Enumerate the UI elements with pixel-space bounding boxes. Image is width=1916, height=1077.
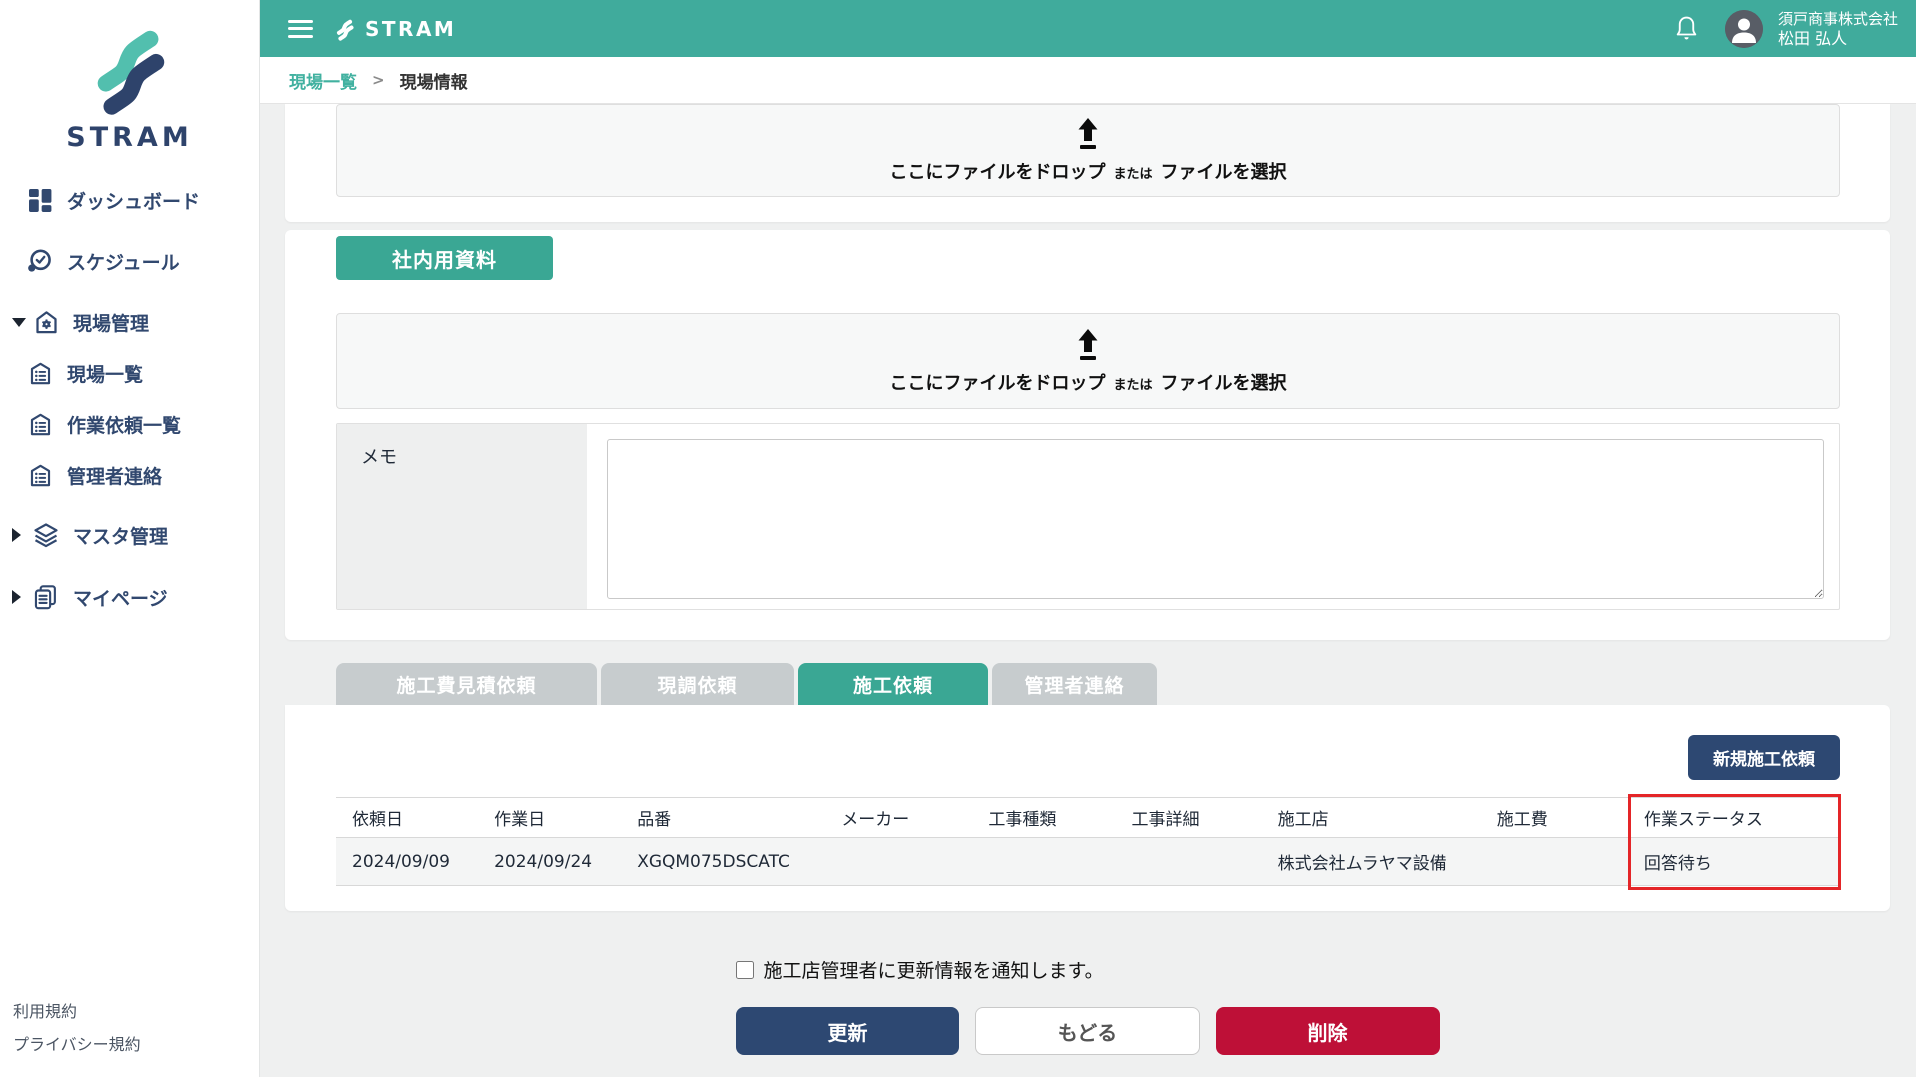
breadcrumb-current: 現場情報: [400, 68, 468, 93]
cell-contractor: 株式会社ムラヤマ設備: [1262, 838, 1481, 886]
chevron-right-icon[interactable]: [12, 590, 26, 604]
tab-construction-estimate-request[interactable]: 施工費見積依頼: [336, 663, 597, 705]
sidebar-item-dashboard[interactable]: ダッシュボード: [0, 180, 259, 220]
internal-file-dropzone[interactable]: ここにファイルをドロップまたはファイルを選択: [336, 313, 1840, 409]
file-select-link[interactable]: ファイルを選択: [1161, 373, 1287, 394]
tab-construction-request[interactable]: 施工依頼: [798, 663, 988, 705]
breadcrumb-separator: >: [372, 71, 385, 89]
site-manage-icon: [32, 308, 60, 336]
action-buttons: 更新 もどる 削除: [736, 1007, 1440, 1055]
sidebar-item-master-management[interactable]: マスタ管理: [0, 515, 259, 555]
user-info[interactable]: 須戸商事株式会社 松田 弘人: [1778, 9, 1898, 49]
layers-icon: [32, 521, 60, 549]
cell-maker: [825, 838, 972, 886]
privacy-link[interactable]: プライバシー規約: [13, 1028, 141, 1061]
sidebar-item-work-request-list[interactable]: 作業依頼一覧: [0, 404, 259, 444]
dashboard-icon: [26, 186, 54, 214]
col-work-date: 作業日: [478, 798, 621, 838]
internal-docs-card: 社内用資料 ここにファイルをドロップまたはファイルを選択 メモ: [285, 230, 1890, 640]
cell-construction-cost: [1481, 838, 1628, 886]
stram-logo-icon-small: [333, 15, 357, 42]
sidebar-item-my-page[interactable]: マイページ: [0, 577, 259, 617]
site-list-icon: [26, 461, 54, 489]
notify-row: 施工店管理者に更新情報を通知します。: [736, 956, 1440, 983]
cell-work-date: 2024/09/24: [478, 838, 621, 886]
app-window: STRAM ダッシュボード スケジュール 現場管理: [0, 0, 1916, 1077]
notify-label[interactable]: 施工店管理者に更新情報を通知します。: [764, 956, 1104, 983]
new-construction-request-button[interactable]: 新規施工依頼: [1688, 735, 1840, 780]
breadcrumb: 現場一覧 > 現場情報: [260, 57, 1916, 104]
brand-name: STRAM: [0, 122, 259, 153]
cell-request-date: 2024/09/09: [336, 838, 478, 886]
schedule-icon: [26, 247, 54, 275]
col-contractor: 施工店: [1262, 798, 1481, 838]
construction-request-table: 依頼日 作業日 品番 メーカー 工事種類 工事詳細 施工店 施工費 作業ステータ…: [336, 797, 1840, 886]
table-header-row: 依頼日 作業日 品番 メーカー 工事種類 工事詳細 施工店 施工費 作業ステータ…: [336, 798, 1840, 838]
site-list-icon: [26, 410, 54, 438]
cell-work-detail: [1116, 838, 1262, 886]
sidebar-item-admin-contact[interactable]: 管理者連絡: [0, 455, 259, 495]
top-header-bar: STRAM 須戸商事株式会社 松田 弘人: [260, 0, 1916, 57]
main-column: STRAM 須戸商事株式会社 松田 弘人 現場一覧 > 現場情報: [260, 0, 1916, 1077]
page-content: ここにファイルをドロップまたはファイルを選択 社内用資料 ここにファイルをドロッ…: [260, 104, 1916, 1077]
cell-part-number: XGQM075DSCATC: [621, 838, 825, 886]
sidebar-item-site-management[interactable]: 現場管理: [0, 302, 259, 342]
pages-icon: [32, 583, 60, 611]
sidebar: STRAM ダッシュボード スケジュール 現場管理: [0, 0, 260, 1077]
breadcrumb-site-list[interactable]: 現場一覧: [289, 68, 357, 93]
memo-row: メモ: [336, 423, 1840, 610]
hamburger-menu-icon[interactable]: [288, 15, 313, 42]
header-brand[interactable]: STRAM: [333, 15, 456, 42]
col-work-type: 工事種類: [972, 798, 1115, 838]
construction-request-panel: 新規施工依頼 依頼日 作業日 品番 メーカー 工事種類 工事詳細: [285, 705, 1890, 911]
col-work-detail: 工事詳細: [1116, 798, 1262, 838]
stram-logo-icon: [81, 12, 179, 120]
bottom-actions-zone: 施工店管理者に更新情報を通知します。 更新 もどる 削除: [736, 956, 1440, 1055]
sidebar-item-site-list[interactable]: 現場一覧: [0, 353, 259, 393]
col-construction-cost: 施工費: [1481, 798, 1628, 838]
user-name: 松田 弘人: [1778, 29, 1898, 49]
update-button[interactable]: 更新: [736, 1007, 960, 1055]
files-card: ここにファイルをドロップまたはファイルを選択: [285, 104, 1890, 222]
file-dropzone[interactable]: ここにファイルをドロップまたはファイルを選択: [336, 104, 1840, 197]
file-select-link[interactable]: ファイルを選択: [1161, 162, 1287, 183]
col-part-number: 品番: [621, 798, 825, 838]
chevron-right-icon[interactable]: [12, 528, 26, 542]
memo-textarea[interactable]: [607, 439, 1824, 599]
user-company: 須戸商事株式会社: [1778, 9, 1898, 29]
terms-link[interactable]: 利用規約: [13, 995, 141, 1028]
sidebar-nav: ダッシュボード スケジュール 現場管理 現場一覧: [0, 180, 259, 617]
delete-button[interactable]: 削除: [1216, 1007, 1440, 1055]
brand-logo: STRAM: [0, 0, 259, 153]
internal-docs-badge: 社内用資料: [336, 236, 553, 280]
col-request-date: 依頼日: [336, 798, 478, 838]
upload-arrow-icon: [1073, 328, 1103, 361]
notify-checkbox[interactable]: [736, 961, 754, 979]
dropzone-text: ここにファイルをドロップまたはファイルを選択: [889, 158, 1286, 184]
back-button[interactable]: もどる: [975, 1007, 1199, 1055]
table-row[interactable]: 2024/09/09 2024/09/24 XGQM075DSCATC 株式会社…: [336, 838, 1840, 886]
cell-work-type: [972, 838, 1115, 886]
upload-arrow-icon: [1073, 117, 1103, 150]
sidebar-item-schedule[interactable]: スケジュール: [0, 241, 259, 281]
col-work-status: 作業ステータス: [1628, 798, 1840, 838]
cell-work-status: 回答待ち: [1628, 838, 1840, 886]
chevron-down-icon[interactable]: [12, 318, 26, 327]
construction-request-table-wrap: 依頼日 作業日 品番 メーカー 工事種類 工事詳細 施工店 施工費 作業ステータ…: [336, 797, 1840, 886]
memo-label: メモ: [337, 424, 587, 609]
col-maker: メーカー: [825, 798, 972, 838]
sidebar-footer: 利用規約 プライバシー規約: [13, 995, 141, 1061]
header-brand-name: STRAM: [365, 17, 456, 41]
tab-admin-contact[interactable]: 管理者連絡: [992, 663, 1157, 705]
tab-site-survey-request[interactable]: 現調依頼: [601, 663, 794, 705]
request-tabs: 施工費見積依頼 現調依頼 施工依頼 管理者連絡: [285, 663, 1890, 705]
site-list-icon: [26, 359, 54, 387]
avatar[interactable]: [1725, 10, 1763, 48]
bell-icon[interactable]: [1674, 15, 1699, 43]
dropzone-text: ここにファイルをドロップまたはファイルを選択: [889, 369, 1286, 395]
